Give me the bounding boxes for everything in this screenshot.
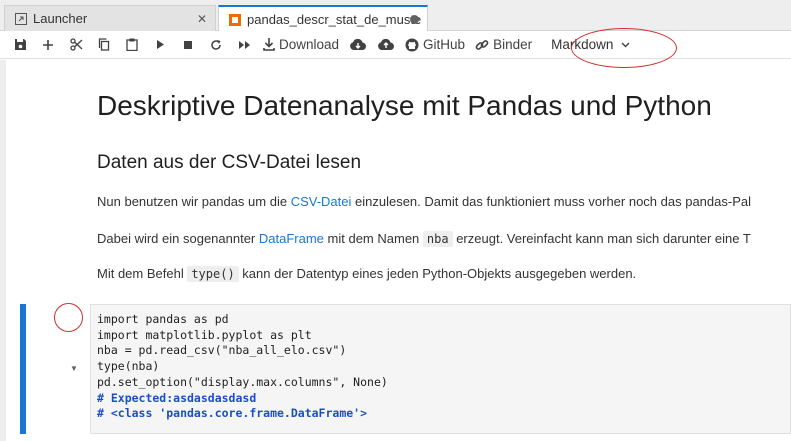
github-icon — [405, 38, 419, 51]
inline-code: type() — [187, 266, 239, 282]
dataframe-link[interactable]: DataFrame — [259, 231, 324, 246]
code-line: nba = pd.read_csv("nba_all_elo.csv") — [97, 343, 347, 358]
text: mit dem Namen — [323, 231, 423, 246]
cloud-upload-button[interactable] — [372, 33, 400, 57]
cloud-download-icon — [350, 38, 367, 50]
code-cell[interactable]: import pandas as pd import matplotlib.py… — [90, 304, 791, 434]
chevron-down-icon — [621, 42, 630, 47]
cell-type-select[interactable]: Markdown — [545, 33, 636, 57]
paragraph-3: Mit dem Befehl type() kann der Datentyp … — [97, 266, 637, 282]
github-label: GitHub — [423, 37, 466, 52]
code-line: pd.set_option("display.max.columns", Non… — [97, 374, 388, 389]
copy-icon — [98, 38, 110, 51]
github-button[interactable]: GitHub — [400, 33, 470, 57]
refresh-icon — [211, 39, 221, 50]
tab-launcher[interactable]: Launcher ✕ — [4, 5, 216, 31]
run-button[interactable] — [146, 33, 174, 57]
save-button[interactable] — [6, 33, 34, 57]
plus-icon — [43, 39, 53, 50]
code-comment: # Expected:asdasdasdasd — [97, 390, 257, 405]
inline-code: nba — [422, 231, 453, 247]
paragraph-2: Dabei wird ein sogenannter DataFrame mit… — [97, 231, 751, 247]
text: kann der Datentyp eines jeden Python-Obj… — [238, 266, 637, 281]
code-comment: # <class 'pandas.core.frame.DataFrame'> — [97, 406, 368, 421]
tab-label: pandas_descr_stat_de_muste — [247, 12, 422, 27]
unsaved-dot-icon[interactable] — [410, 15, 419, 24]
binder-button[interactable]: Binder — [470, 33, 537, 57]
section-heading: Daten aus der CSV-Datei lesen — [97, 152, 362, 173]
code-line: type(nba) — [97, 359, 160, 374]
text: erzeugt. Vereinfacht kann man sich darun… — [452, 231, 751, 246]
add-cell-button[interactable] — [34, 33, 62, 57]
play-icon — [157, 40, 164, 49]
active-cell-indicator[interactable] — [20, 304, 26, 434]
run-all-button[interactable] — [230, 33, 258, 57]
notebook-icon — [228, 13, 241, 26]
stop-button[interactable] — [174, 33, 202, 57]
download-icon — [263, 38, 275, 51]
cell-type-value: Markdown — [551, 37, 614, 52]
tab-label: Launcher — [33, 11, 88, 26]
code-line: import pandas as pd — [97, 312, 229, 326]
tab-notebook[interactable]: pandas_descr_stat_de_muste — [218, 5, 428, 32]
download-label: Download — [279, 37, 340, 52]
copy-button[interactable] — [90, 33, 118, 57]
stop-icon — [184, 40, 192, 49]
text: einzulesen. Damit das funktioniert muss … — [351, 194, 751, 209]
text: Dabei wird ein sogenannter — [97, 231, 259, 246]
collapse-arrow-icon[interactable]: ▼ — [70, 364, 78, 373]
page-title: Deskriptive Datenanalyse mit Pandas und … — [97, 90, 712, 121]
paste-button[interactable] — [118, 33, 146, 57]
restart-button[interactable] — [202, 33, 230, 57]
launcher-icon — [14, 12, 27, 25]
download-button[interactable]: Download — [258, 33, 344, 57]
binder-label: Binder — [493, 37, 533, 52]
close-icon[interactable]: ✕ — [197, 12, 207, 26]
text: Nun benutzen wir pandas um die — [97, 194, 291, 209]
fast-forward-icon — [238, 40, 250, 49]
cut-button[interactable] — [62, 33, 90, 57]
notebook-toolbar: Download GitHub Binder Markdown — [0, 31, 791, 59]
cloud-download-button[interactable] — [344, 33, 372, 57]
save-icon — [14, 39, 26, 50]
link-icon — [475, 39, 489, 50]
tab-bar: Launcher ✕ pandas_descr_stat_de_muste — [0, 0, 791, 32]
cloud-upload-icon — [378, 38, 395, 50]
csv-link[interactable]: CSV-Datei — [291, 194, 352, 209]
text: Mit dem Befehl — [97, 266, 188, 281]
scissors-icon — [69, 38, 82, 51]
code-line: import matplotlib.pyplot as plt — [97, 327, 312, 342]
clipboard-icon — [126, 38, 138, 51]
paragraph-1: Nun benutzen wir pandas um die CSV-Datei… — [97, 194, 751, 209]
